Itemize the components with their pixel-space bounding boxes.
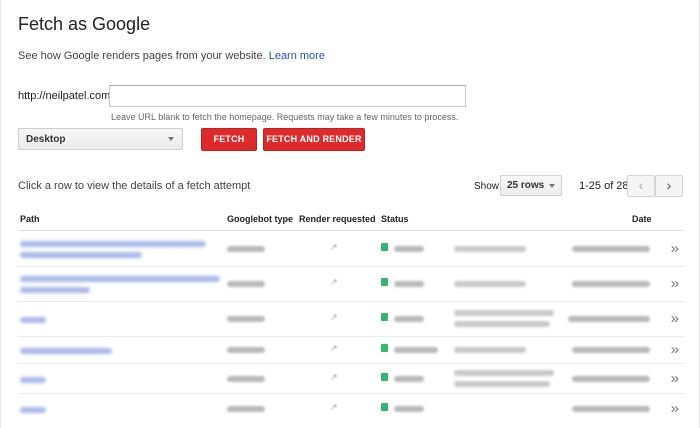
- status-icon: [381, 243, 388, 251]
- fetch-and-render-button[interactable]: FETCH AND RENDER: [263, 128, 365, 151]
- table-row[interactable]: ↗ »: [18, 394, 685, 424]
- url-hint: Leave URL blank to fetch the homepage. R…: [111, 112, 459, 122]
- status-cell: [381, 344, 451, 354]
- render-requested-icon: ↗: [330, 372, 337, 382]
- date-cell: [572, 406, 650, 412]
- result-cell: [454, 370, 554, 387]
- result-cell: [454, 281, 526, 287]
- chevron-right-icon: ›: [666, 177, 672, 193]
- date-cell: [572, 246, 650, 252]
- path-link[interactable]: [20, 375, 46, 383]
- path-link[interactable]: [20, 346, 112, 354]
- render-requested-icon: ↗: [330, 312, 337, 322]
- page-title: Fetch as Google: [18, 14, 151, 34]
- table-row[interactable]: ↗ »: [18, 302, 685, 337]
- previous-page-button[interactable]: ‹: [627, 175, 655, 197]
- header-render-requested: Render requested: [299, 214, 376, 224]
- status-icon: [381, 403, 388, 411]
- row-chevron-icon[interactable]: »: [671, 341, 679, 358]
- table-row[interactable]: ↗ »: [18, 267, 685, 302]
- date-cell: [568, 316, 650, 322]
- status-cell: [381, 278, 441, 288]
- googlebot-type-cell: [227, 246, 265, 252]
- result-cell: [454, 347, 526, 353]
- table-row[interactable]: ↗ »: [18, 364, 685, 394]
- row-chevron-icon[interactable]: »: [671, 400, 679, 417]
- status-icon: [381, 344, 388, 352]
- date-cell: [572, 376, 650, 382]
- status-icon: [381, 278, 388, 286]
- result-cell: [454, 310, 554, 327]
- render-requested-icon: ↗: [330, 343, 337, 353]
- device-select[interactable]: Desktop: [18, 128, 183, 150]
- render-requested-icon: ↗: [330, 402, 337, 412]
- header-googlebot-type: Googlebot type: [227, 214, 293, 224]
- page-subtitle: See how Google renders pages from your w…: [18, 50, 325, 62]
- header-date: Date: [632, 214, 652, 224]
- date-cell: [572, 281, 650, 287]
- rows-per-page-value: 25 rows: [507, 180, 545, 191]
- googlebot-type-cell: [227, 316, 265, 322]
- chevron-down-icon: [549, 184, 555, 188]
- path-link[interactable]: [20, 239, 206, 258]
- rows-per-page-select[interactable]: 25 rows: [500, 175, 562, 196]
- subtitle-text: See how Google renders pages from your w…: [18, 50, 266, 62]
- status-cell: [381, 313, 441, 323]
- status-cell: [381, 243, 441, 253]
- status-icon: [381, 313, 388, 321]
- googlebot-type-cell: [227, 281, 265, 287]
- row-chevron-icon[interactable]: »: [671, 310, 679, 327]
- table-row[interactable]: ↗ »: [18, 232, 685, 267]
- status-icon: [381, 373, 388, 381]
- googlebot-type-cell: [227, 347, 265, 353]
- header-path: Path: [20, 214, 40, 224]
- device-select-value: Desktop: [26, 134, 66, 145]
- googlebot-type-cell: [227, 406, 265, 412]
- chevron-down-icon: [168, 137, 174, 141]
- table-row[interactable]: ↗ »: [18, 337, 685, 364]
- chevron-left-icon: ‹: [638, 177, 644, 193]
- table-header: Path Googlebot type Render requested Sta…: [18, 207, 685, 231]
- page-frame: Fetch as Google See how Google renders p…: [0, 0, 700, 428]
- render-requested-icon: ↗: [330, 277, 337, 287]
- path-link[interactable]: [20, 274, 220, 293]
- result-cell: [454, 246, 526, 252]
- row-chevron-icon[interactable]: »: [671, 370, 679, 387]
- date-cell: [572, 347, 650, 353]
- header-status: Status: [381, 214, 409, 224]
- path-link[interactable]: [20, 315, 46, 323]
- row-chevron-icon[interactable]: »: [671, 240, 679, 257]
- show-label: Show: [474, 181, 500, 192]
- status-cell: [381, 373, 441, 383]
- render-requested-icon: ↗: [330, 242, 337, 252]
- row-chevron-icon[interactable]: »: [671, 275, 679, 292]
- learn-more-link[interactable]: Learn more: [269, 50, 325, 62]
- pagination-range: 1-25 of 28: [579, 180, 629, 192]
- url-prefix-label: http://neilpatel.com/: [18, 90, 114, 102]
- path-link[interactable]: [20, 405, 46, 413]
- url-input[interactable]: [109, 85, 466, 107]
- next-page-button[interactable]: ›: [655, 175, 683, 197]
- fetch-button[interactable]: FETCH: [201, 128, 257, 151]
- status-cell: [381, 403, 441, 413]
- table-instructions: Click a row to view the details of a fet…: [18, 180, 251, 192]
- googlebot-type-cell: [227, 376, 265, 382]
